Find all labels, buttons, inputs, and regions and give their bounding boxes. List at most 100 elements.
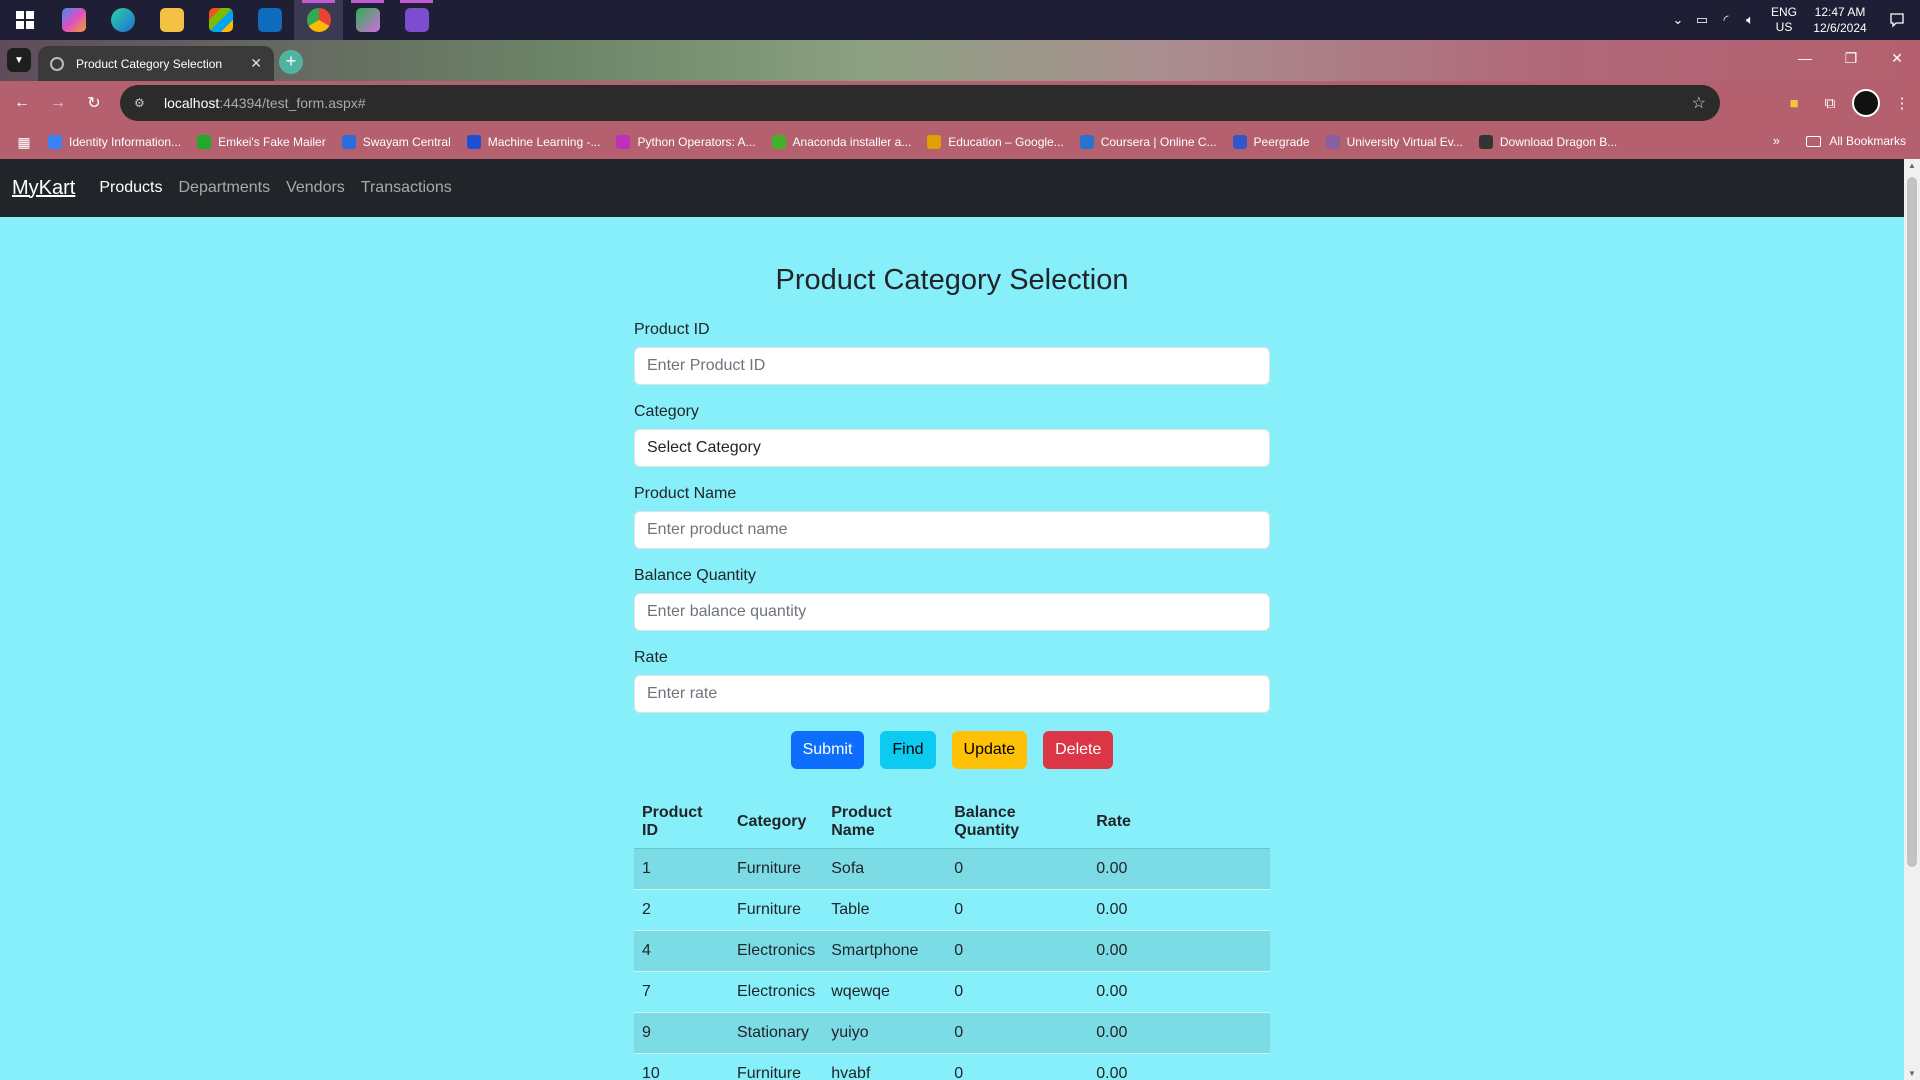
volume-icon[interactable]: 🔈︎ <box>1738 12 1762 28</box>
chevron-up-icon[interactable]: ⌄ <box>1666 12 1690 28</box>
submit-button[interactable]: Submit <box>790 731 865 769</box>
page-scrollbar[interactable]: ▲ ▼ <box>1904 159 1920 1080</box>
tab-search-icon[interactable]: ▼ <box>7 48 31 72</box>
nav-transactions[interactable]: Transactions <box>361 179 452 197</box>
folder-icon <box>1806 135 1822 147</box>
language-indicator[interactable]: ENG US <box>1762 5 1806 35</box>
bookmark-item[interactable]: Education – Google... <box>927 135 1064 149</box>
balance-quantity-group: Balance Quantity <box>634 567 1270 631</box>
clock[interactable]: 12:47 AM 12/6/2024 <box>1806 4 1874 36</box>
table-row[interactable]: 9 Stationary yuiyo 0 0.00 <box>634 1012 1270 1054</box>
battery-icon[interactable]: ▭ <box>1690 12 1714 28</box>
product-name-input[interactable] <box>634 511 1270 549</box>
category-group: Category Select Category <box>634 403 1270 467</box>
extensions-puzzle-icon[interactable]: ⧉ <box>1812 95 1848 112</box>
brand-logo[interactable]: MyKart <box>12 177 75 200</box>
table-row[interactable]: 1 Furniture Sofa 0 0.00 <box>634 848 1270 890</box>
bookmark-label: Download Dragon B... <box>1499 135 1618 149</box>
profile-avatar[interactable] <box>1848 89 1884 117</box>
bookmark-label: Education – Google... <box>948 135 1064 149</box>
address-bar[interactable]: ⚙ localhost:44394/test_form.aspx# ☆ <box>120 85 1720 121</box>
table-row[interactable]: 7 Electronics wqewqe 0 0.00 <box>634 971 1270 1013</box>
tab-title: Product Category Selection <box>76 56 223 71</box>
product-id-group: Product ID <box>634 321 1270 385</box>
rate-input[interactable] <box>634 675 1270 713</box>
tab-product-category-selection[interactable]: Product Category Selection ✕ <box>38 46 274 81</box>
update-button[interactable]: Update <box>951 731 1028 769</box>
clock-time: 12:47 AM <box>1814 5 1866 19</box>
bookmark-label: Machine Learning -... <box>487 135 601 149</box>
all-bookmarks[interactable]: All Bookmarks <box>1806 134 1906 148</box>
table-row[interactable]: 10 Furniture hvabf 0 0.00 <box>634 1053 1270 1080</box>
nav-products[interactable]: Products <box>99 179 162 197</box>
bookmark-item[interactable]: University Virtual Ev... <box>1325 135 1463 149</box>
nav-departments[interactable]: Departments <box>178 179 270 197</box>
chrome-menu-icon[interactable]: ⋮ <box>1884 94 1920 112</box>
bookmark-item[interactable]: Anaconda installer a... <box>771 135 911 149</box>
product-id-input[interactable] <box>634 347 1270 385</box>
restore-icon[interactable]: ❐ <box>1828 40 1874 76</box>
wifi-icon[interactable]: ◜ <box>1714 12 1738 28</box>
back-icon[interactable]: ← <box>4 85 40 121</box>
bookmark-item[interactable]: Identity Information... <box>48 135 181 149</box>
category-select[interactable]: Select Category <box>634 429 1270 467</box>
close-window-icon[interactable]: ✕ <box>1874 40 1920 76</box>
cell-product-id: 4 <box>634 930 729 972</box>
cell-product-id: 10 <box>634 1053 729 1080</box>
outlook-icon[interactable] <box>245 0 294 40</box>
windows-start-icon[interactable] <box>0 0 49 40</box>
bookmark-favicon-icon <box>771 135 786 149</box>
microsoft-store-icon[interactable] <box>196 0 245 40</box>
more-bookmarks-icon[interactable]: » <box>1773 133 1780 148</box>
close-tab-icon[interactable]: ✕ <box>250 55 262 72</box>
balance-quantity-input[interactable] <box>634 593 1270 631</box>
category-selected-value: Select Category <box>647 439 761 456</box>
copilot-icon[interactable] <box>49 0 98 40</box>
chrome-icon[interactable] <box>294 0 343 40</box>
table-row[interactable]: 2 Furniture Table 0 0.00 <box>634 889 1270 931</box>
delete-button[interactable]: Delete <box>1043 731 1114 769</box>
bookmark-item[interactable]: Machine Learning -... <box>466 135 601 149</box>
bookmark-star-icon[interactable]: ☆ <box>1692 93 1706 113</box>
file-explorer-icon[interactable] <box>147 0 196 40</box>
scrollbar-thumb[interactable] <box>1907 177 1917 867</box>
new-tab-button[interactable]: + <box>279 50 303 74</box>
snipping-tool-icon[interactable] <box>343 0 392 40</box>
bookmark-item[interactable]: Swayam Central <box>341 135 451 149</box>
forward-icon[interactable]: → <box>40 85 76 121</box>
products-table: Product ID Category Product Name Balance… <box>634 796 1270 1080</box>
column-header-category: Category <box>729 796 824 849</box>
visual-studio-icon[interactable] <box>392 0 441 40</box>
scroll-up-icon[interactable]: ▲ <box>1908 161 1916 170</box>
edge-icon[interactable] <box>98 0 147 40</box>
cell-rate: 0.00 <box>1088 1012 1270 1054</box>
apps-grid-icon[interactable]: ▦ <box>0 134 48 151</box>
table-row[interactable]: 4 Electronics Smartphone 0 0.00 <box>634 930 1270 972</box>
bookmark-item[interactable]: Emkei's Fake Mailer <box>197 135 326 149</box>
cell-product-id: 2 <box>634 889 729 931</box>
bookmark-label: Emkei's Fake Mailer <box>218 135 326 149</box>
find-button[interactable]: Find <box>880 731 936 769</box>
cell-balance-quantity: 0 <box>946 971 1089 1013</box>
bookmark-item[interactable]: Python Operators: A... <box>616 135 756 149</box>
cell-balance-quantity: 0 <box>946 1053 1089 1080</box>
bookmark-item[interactable]: Coursera | Online C... <box>1079 135 1217 149</box>
bookmark-label: Python Operators: A... <box>637 135 756 149</box>
site-info-icon[interactable]: ⚙ <box>134 96 152 110</box>
cell-category: Stationary <box>729 1012 824 1054</box>
bookmark-item[interactable]: Peergrade <box>1232 135 1310 149</box>
scroll-down-icon[interactable]: ▼ <box>1908 1069 1916 1078</box>
cell-balance-quantity: 0 <box>946 930 1089 972</box>
bookmark-item[interactable]: Download Dragon B... <box>1478 135 1618 149</box>
nav-vendors[interactable]: Vendors <box>286 179 345 197</box>
column-header-balance-quantity: Balance Quantity <box>946 796 1089 849</box>
extension-icon[interactable]: ■ <box>1776 95 1812 112</box>
notification-icon[interactable] <box>1874 0 1920 40</box>
cell-product-id: 1 <box>634 848 729 890</box>
minimize-icon[interactable]: — <box>1782 40 1828 76</box>
bookmark-favicon-icon <box>616 135 631 149</box>
bookmark-label: Peergrade <box>1253 135 1310 149</box>
bookmark-list: Identity Information... Emkei's Fake Mail… <box>48 135 1633 149</box>
column-header-rate: Rate <box>1088 796 1270 849</box>
reload-icon[interactable]: ↻ <box>76 85 112 121</box>
